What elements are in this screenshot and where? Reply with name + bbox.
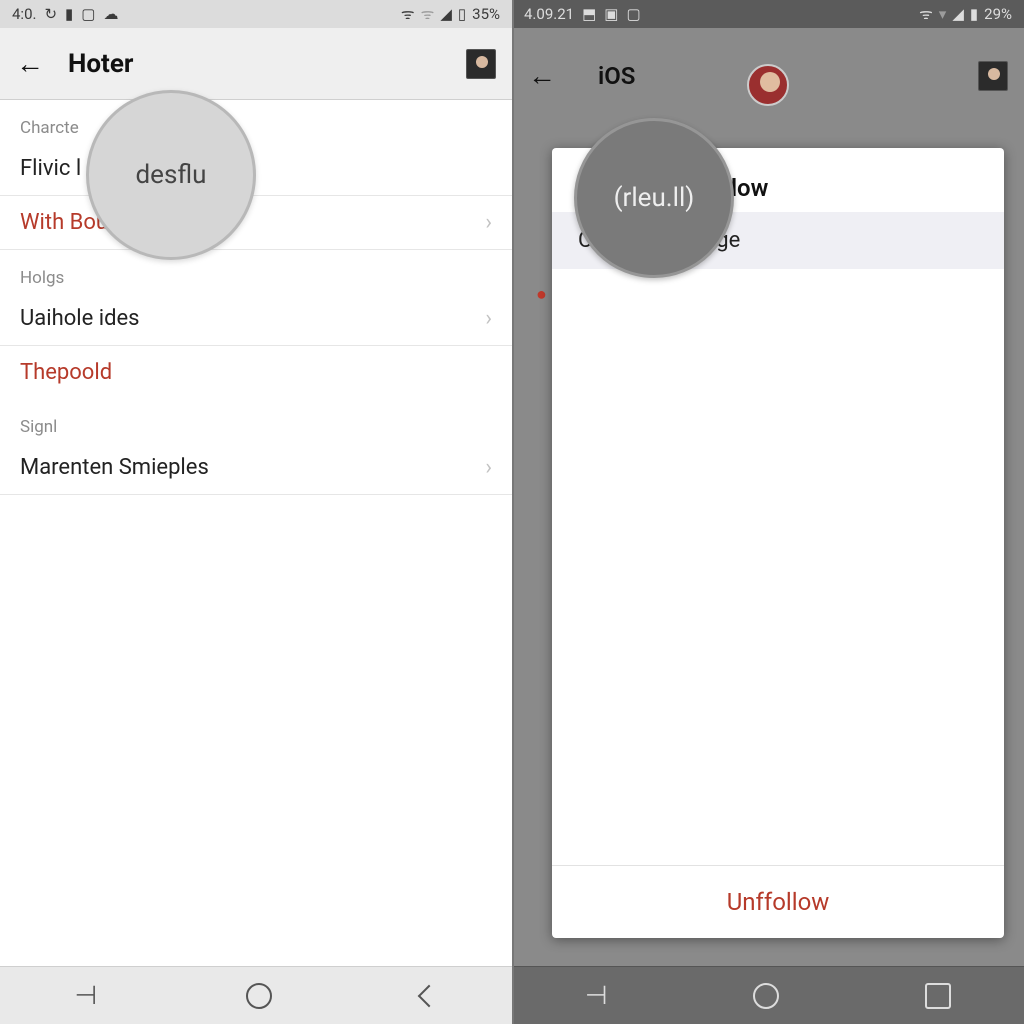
wifi-dim-icon: ᯤ [421,4,435,24]
calendar-icon: ▢ [81,5,95,23]
left-phone: 4:0. ↻ ▮ ▢ ☁ ᯤ ᯤ ◢ ▯ 35% ← Hoter Charcte… [0,0,512,1024]
magnifier-overlay: desflu [86,90,256,260]
android-navbar: ⊣ [0,966,512,1024]
download-icon: ⬒ [582,5,596,23]
signal-icon: ◢ [952,5,964,23]
status-time: 4.09.21 [524,5,574,23]
item-label: Uaihole ides [20,306,140,331]
appbar-left: ← Hoter [0,28,512,100]
right-phone: 4.09.21 ⬒ ▣ ▢ ᯤ ▾ ◢ ▮ 29% ← iOS ● P [512,0,1024,1024]
list-item[interactable]: Marenten Smieples › [0,441,512,495]
appbar-right: ← iOS [512,28,1024,124]
cloud-icon: ☁ [103,5,118,23]
section-label: Holgs [0,250,512,292]
chevron-right-icon: › [485,306,492,331]
android-navbar: ⊣ [512,966,1024,1024]
statusbar-right: 4.09.21 ⬒ ▣ ▢ ᯤ ▾ ◢ ▮ 29% [512,0,1024,28]
section-label: Signl [0,399,512,441]
wifi-icon: ᯤ [919,4,933,24]
unfollow-button[interactable]: Unffollow [552,865,1004,938]
nav-back-icon[interactable] [418,984,441,1007]
list-item[interactable]: Flivic l [0,142,512,196]
battery-pct: 29% [984,5,1012,23]
chevron-right-icon: › [485,455,492,480]
magnifier-overlay: (rleu.ll) [574,118,734,278]
wifi-icon: ᯤ [401,4,415,24]
nav-home-icon[interactable] [246,983,272,1009]
settings-list: Charcte Flivic l With Bout › Holgs Uaiho… [0,100,512,966]
split-divider [512,0,514,1024]
chevron-right-icon: › [485,210,492,235]
avatar[interactable] [466,49,496,79]
section-label: Charcte [0,100,512,142]
card-icon: ▣ [604,5,618,23]
item-label: Marenten Smieples [20,455,209,480]
nav-home-icon[interactable] [753,983,779,1009]
item-label: Thepoold [20,360,112,385]
signal-icon: ◢ [440,5,452,23]
calendar-icon: ▢ [626,5,640,23]
status-time: 4:0. [12,5,36,23]
avatar[interactable] [978,61,1008,91]
profile-avatar[interactable] [747,64,789,106]
battery-icon: ▮ [970,5,978,23]
statusbar-left: 4:0. ↻ ▮ ▢ ☁ ᯤ ᯤ ◢ ▯ 35% [0,0,512,28]
nav-overview-icon[interactable] [925,983,951,1009]
page-title: Hoter [68,49,133,79]
list-item[interactable]: Uaihole ides › [0,292,512,346]
page-title: iOS [598,62,635,90]
list-item[interactable]: With Bout › [0,196,512,250]
back-arrow-icon[interactable]: ← [16,50,44,78]
battery-pct: 35% [472,5,500,23]
rotate-icon: ↻ [44,5,57,23]
nav-recent-icon[interactable]: ⊣ [585,981,608,1011]
back-arrow-icon[interactable]: ← [528,62,556,90]
lens-text: desflu [136,160,207,190]
battery-icon: ▯ [458,5,466,23]
list-item[interactable]: Thepoold [0,346,512,399]
nav-recent-icon[interactable]: ⊣ [75,981,98,1011]
sim-icon: ▮ [65,5,73,23]
list-peek-icon: ● [536,284,548,304]
location-icon: ▾ [939,5,947,23]
item-label: Flivic l [20,156,81,181]
sheet-body [552,269,1004,865]
lens-text: (rleu.ll) [614,183,695,213]
unfollow-label: Unffollow [727,888,830,916]
